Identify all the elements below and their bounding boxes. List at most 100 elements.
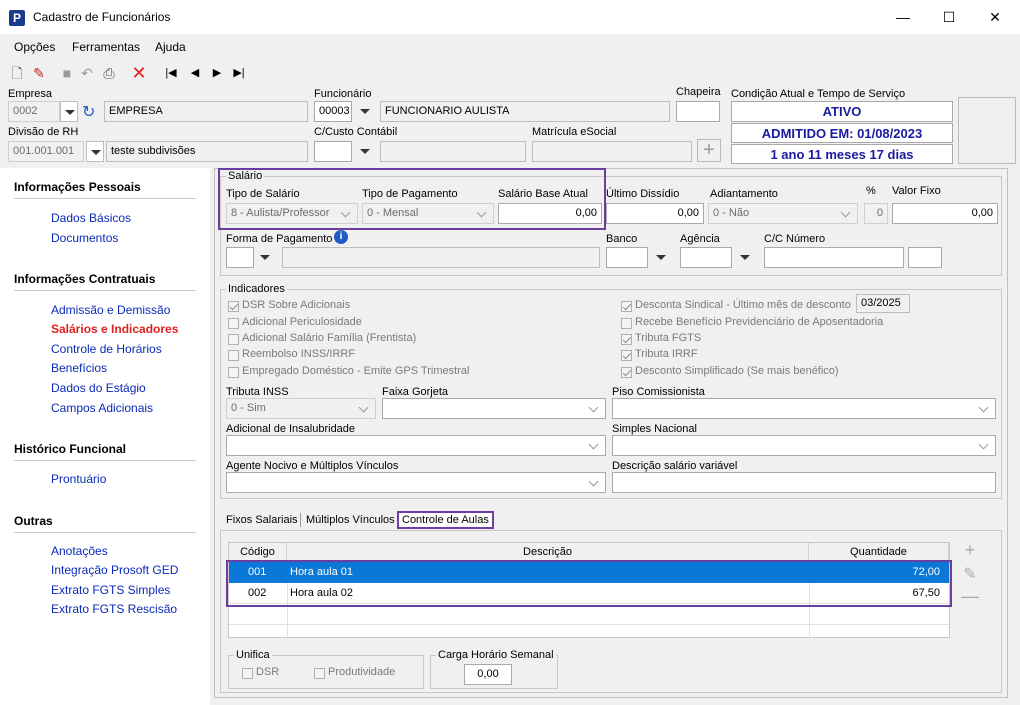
funcionario-code-field[interactable]: 00003 — [314, 101, 352, 122]
divider — [300, 513, 301, 527]
cb-desconto-simplificado[interactable] — [621, 367, 632, 378]
close-window-button[interactable]: ✕ — [972, 4, 1018, 30]
forma-pagamento-field[interactable] — [226, 247, 254, 268]
agente-select[interactable] — [226, 472, 606, 493]
sidebar-item-ged[interactable]: Integração Prosoft GED — [51, 563, 178, 577]
piso-label: Piso Comissionista — [612, 386, 705, 398]
tributa-inss-select[interactable]: 0 - Sim — [226, 398, 376, 419]
sidebar-item-prontuario[interactable]: Prontuário — [51, 472, 106, 486]
chevron-down-icon[interactable] — [474, 204, 492, 223]
chevron-down-icon[interactable] — [586, 436, 604, 455]
chevron-down-icon[interactable] — [976, 399, 994, 418]
agencia-dropdown[interactable] — [736, 247, 754, 268]
sidebar-item-fgts-simples[interactable]: Extrato FGTS Simples — [51, 583, 170, 597]
cc-digito-field[interactable] — [908, 247, 942, 268]
sidebar-item-campos[interactable]: Campos Adicionais — [51, 401, 153, 415]
maximize-button[interactable]: ☐ — [926, 4, 972, 30]
first-record-icon[interactable]: |◀ — [162, 64, 180, 82]
chevron-down-icon[interactable] — [586, 473, 604, 492]
tab-controle-aulas[interactable]: Controle de Aulas — [397, 511, 494, 529]
chapeira-field[interactable] — [676, 101, 720, 122]
remove-row-icon[interactable]: — — [960, 586, 980, 608]
app-logo-icon: P — [9, 10, 25, 26]
add-row-icon[interactable]: + — [960, 540, 980, 562]
ultimo-mes-field[interactable]: 03/2025 — [856, 294, 910, 313]
cc-numero-field[interactable] — [764, 247, 904, 268]
sidebar-item-anotacoes[interactable]: Anotações — [51, 544, 108, 558]
adiantamento-select[interactable]: 0 - Não — [708, 203, 858, 224]
cb-unifica-produtividade[interactable] — [314, 668, 325, 679]
salario-base-field[interactable]: 0,00 — [498, 203, 602, 224]
cb-dsr-adicionais[interactable] — [228, 301, 239, 312]
ccusto-name-field — [380, 141, 526, 162]
empresa-dropdown[interactable] — [60, 101, 78, 122]
divisao-code-field[interactable]: 001.001.001 — [8, 141, 84, 162]
add-matricula-button[interactable]: + — [697, 139, 721, 162]
tab-multiplos-vinculos[interactable]: Múltiplos Vínculos — [306, 514, 395, 526]
descricao-variavel-field[interactable] — [612, 472, 996, 493]
insalubridade-select[interactable] — [226, 435, 606, 456]
sidebar-item-beneficios[interactable]: Benefícios — [51, 361, 107, 375]
last-record-icon[interactable]: ▶| — [230, 64, 248, 82]
pct-field[interactable]: 0 — [864, 203, 888, 224]
forma-pagamento-desc — [282, 247, 600, 268]
chevron-down-icon[interactable] — [976, 436, 994, 455]
stop-icon[interactable]: ■ — [58, 64, 76, 82]
sidebar-item-horarios[interactable]: Controle de Horários — [51, 342, 162, 356]
cb-label: DSR — [256, 666, 280, 678]
cb-tributa-fgts[interactable] — [621, 334, 632, 345]
cb-sindical[interactable] — [621, 301, 632, 312]
menu-ajuda[interactable]: Ajuda — [155, 40, 186, 54]
agencia-field[interactable] — [680, 247, 732, 268]
chevron-down-icon[interactable] — [586, 399, 604, 418]
sidebar-item-fgts-rescisao[interactable]: Extrato FGTS Rescisão — [51, 602, 177, 616]
banco-field[interactable] — [606, 247, 648, 268]
banco-dropdown[interactable] — [652, 247, 670, 268]
cb-unifica-dsr[interactable] — [242, 668, 253, 679]
cb-domestico[interactable] — [228, 367, 239, 378]
ccusto-dropdown[interactable] — [356, 141, 374, 162]
new-icon[interactable]: 🗋 — [8, 64, 26, 82]
print-preview-icon[interactable]: ⎙ — [100, 64, 118, 82]
sidebar-item-estagio[interactable]: Dados do Estágio — [51, 381, 146, 395]
divisao-dropdown[interactable] — [86, 141, 104, 162]
sidebar-item-admissao[interactable]: Admissão e Demissão — [51, 303, 170, 317]
edit-icon[interactable]: ✎ — [30, 64, 48, 82]
delete-icon[interactable]: ✕ — [130, 64, 148, 82]
funcionario-dropdown[interactable] — [356, 101, 374, 122]
info-icon[interactable]: i — [334, 230, 348, 244]
sidebar-section-outras: Outras — [14, 514, 53, 528]
piso-select[interactable] — [612, 398, 996, 419]
valor-fixo-field[interactable]: 0,00 — [892, 203, 998, 224]
ccusto-code-field[interactable] — [314, 141, 352, 162]
faixa-gorjeta-select[interactable] — [382, 398, 606, 419]
status-badge: ATIVO — [731, 101, 953, 122]
undo-icon[interactable]: ↶ — [78, 64, 96, 82]
photo-frame[interactable] — [958, 97, 1016, 164]
cb-reembolso[interactable] — [228, 350, 239, 361]
tab-fixos-salariais[interactable]: Fixos Salariais — [226, 514, 298, 526]
simples-select[interactable] — [612, 435, 996, 456]
carga-horaria-field[interactable]: 0,00 — [464, 664, 512, 685]
sidebar-item-salarios[interactable]: Salários e Indicadores — [51, 322, 178, 336]
sidebar-item-documentos[interactable]: Documentos — [51, 231, 118, 245]
cb-salario-familia[interactable] — [228, 334, 239, 345]
sidebar-item-dados-basicos[interactable]: Dados Básicos — [51, 211, 131, 225]
chevron-down-icon[interactable] — [838, 204, 856, 223]
ultimo-dissidio-field[interactable]: 0,00 — [606, 203, 704, 224]
menu-ferramentas[interactable]: Ferramentas — [72, 40, 140, 54]
prev-record-icon[interactable]: ◀ — [186, 64, 204, 82]
minimize-button[interactable]: — — [880, 4, 926, 30]
refresh-icon[interactable]: ↻ — [82, 102, 102, 121]
edit-row-icon[interactable]: ✎ — [960, 564, 980, 586]
cb-periculosidade[interactable] — [228, 318, 239, 329]
cb-aposentadoria[interactable] — [621, 318, 632, 329]
next-record-icon[interactable]: ▶ — [208, 64, 226, 82]
forma-pagamento-dropdown[interactable] — [256, 247, 274, 268]
cb-tributa-irrf[interactable] — [621, 350, 632, 361]
tipo-pagamento-label: Tipo de Pagamento — [362, 188, 458, 200]
empresa-code-field[interactable]: 0002 — [8, 101, 60, 122]
menu-opcoes[interactable]: Opções — [14, 40, 55, 54]
chevron-down-icon[interactable] — [338, 204, 356, 223]
chevron-down-icon[interactable] — [356, 399, 374, 418]
